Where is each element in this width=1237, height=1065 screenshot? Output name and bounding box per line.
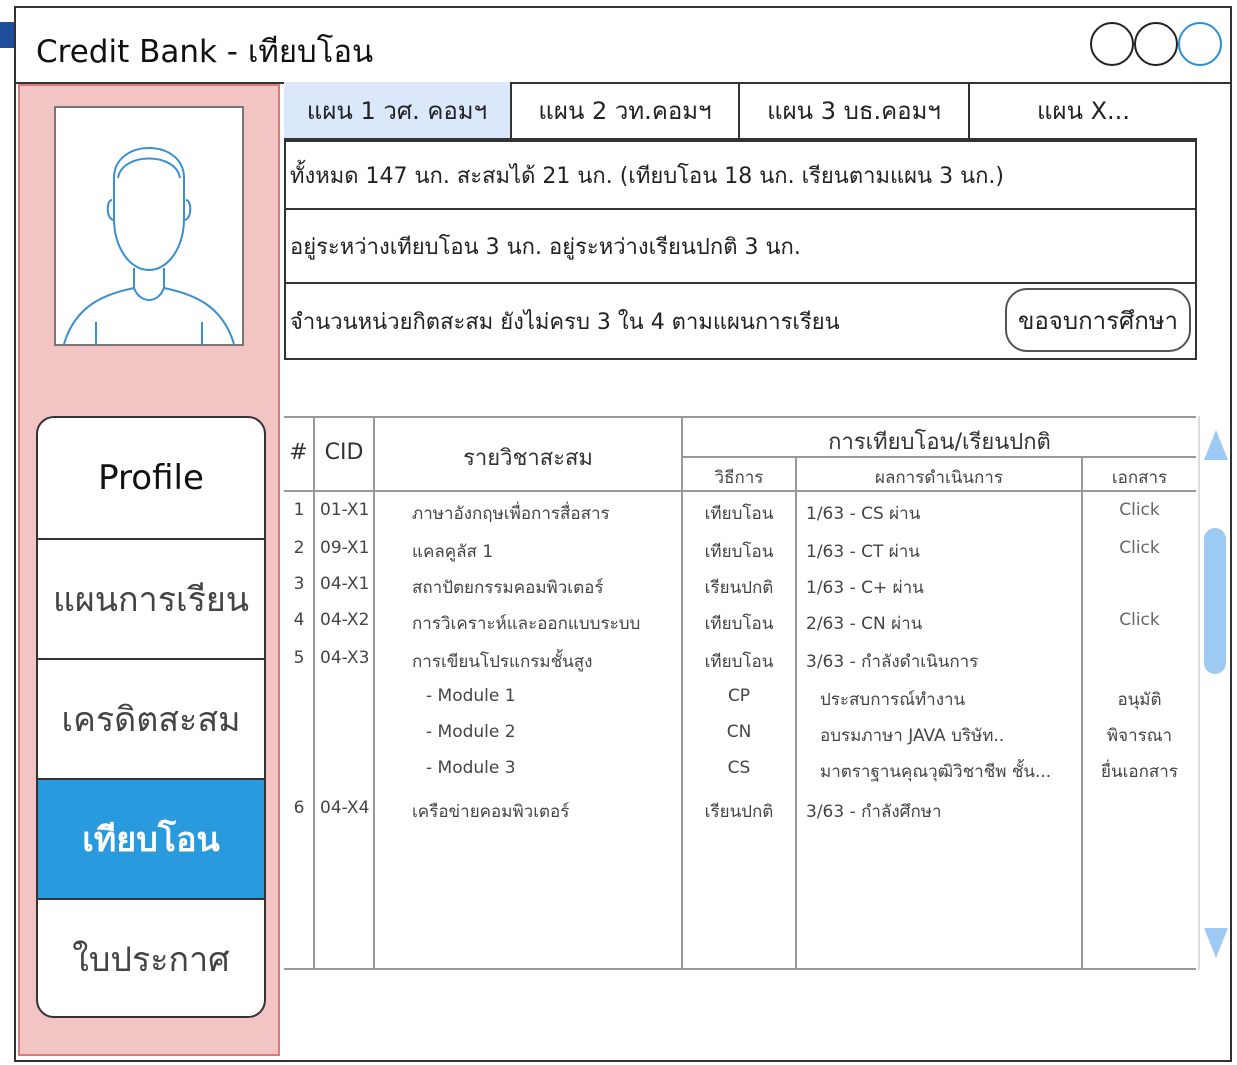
- sidebar-item-certificate[interactable]: ใบประกาศ: [38, 898, 264, 1016]
- header-transfer-group: การเทียบโอน/เรียนปกติ: [828, 430, 1051, 455]
- window-title: Credit Bank - เทียบโอน: [36, 34, 374, 70]
- tab-label: แผน X...: [1037, 96, 1130, 125]
- cell-subject: แคลคูลัส 1: [412, 542, 494, 562]
- cell-method: เทียบโอน: [704, 542, 774, 562]
- tab-label: แผน 2 วท.คอมฯ: [538, 96, 712, 125]
- summary-status: จำนวนหน่วยกิตสะสม ยังไม่ครบ 3 ใน 4 ตามแผ…: [284, 284, 1197, 360]
- cell-result: 3/63 - กำลังศึกษา: [806, 802, 942, 822]
- tab-label: แผน 1 วศ. คอมฯ: [306, 96, 488, 125]
- scroll-thumb[interactable]: [1204, 528, 1226, 674]
- request-graduation-label: ขอจบการศึกษา: [1017, 306, 1179, 335]
- sidebar-item-accumulated-credits[interactable]: เครดิตสะสม: [38, 658, 264, 778]
- arrow-down-icon[interactable]: [1204, 928, 1228, 958]
- cell-document: อนุมัติ: [1117, 690, 1162, 710]
- cell-result: 1/63 - CS ผ่าน: [806, 504, 921, 524]
- cell-no: 6: [293, 798, 305, 818]
- cell-subject: - Module 3: [426, 758, 516, 778]
- sidebar-item-label: ใบประกาศ: [72, 940, 230, 980]
- cell-method: เทียบโอน: [704, 504, 774, 524]
- cell-subject: เครือข่ายคอมพิวเตอร์: [412, 802, 570, 822]
- sidebar-item-label: เครดิตสะสม: [61, 700, 241, 740]
- cell-result: ประสบการณ์ทำงาน: [820, 690, 966, 710]
- table-scrollbar[interactable]: [1198, 416, 1228, 970]
- cell-method: เทียบโอน: [704, 652, 774, 672]
- cell-document: พิจารณา: [1106, 726, 1173, 746]
- window-button-3[interactable]: [1178, 22, 1222, 66]
- cell-method: เรียนปกติ: [704, 802, 774, 822]
- summary-total: ทั้งหมด 147 นก. สะสมได้ 21 นก. (เทียบโอน…: [284, 140, 1197, 210]
- cell-method: CN: [726, 722, 752, 742]
- summary-in-progress: อยู่ระหว่างเทียบโอน 3 นก. อยู่ระหว่างเรี…: [284, 210, 1197, 284]
- cell-result: อบรมภาษา JAVA บริษัท..: [820, 726, 1005, 746]
- cell-cid: 04-X2: [320, 610, 370, 630]
- tab-plan-x[interactable]: แผน X...: [970, 82, 1197, 138]
- document-click-link[interactable]: Click: [1083, 610, 1196, 630]
- cell-result: 1/63 - C+ ผ่าน: [806, 578, 924, 598]
- summary-total-text: ทั้งหมด 147 นก. สะสมได้ 21 นก. (เทียบโอน…: [290, 163, 1005, 189]
- user-avatar-outline-icon: [63, 147, 235, 344]
- sidebar-item-study-plan[interactable]: แผนการเรียน: [38, 538, 264, 658]
- cell-result: 2/63 - CN ผ่าน: [806, 614, 923, 634]
- window-button-2[interactable]: [1134, 22, 1178, 66]
- cell-subject: การวิเคราะห์และออกแบบระบบ: [412, 614, 641, 634]
- cell-result: 3/63 - กำลังดำเนินการ: [806, 652, 979, 672]
- document-click-link[interactable]: Click: [1083, 500, 1196, 520]
- tab-plan-2[interactable]: แผน 2 วท.คอมฯ: [512, 82, 740, 138]
- cell-method: CS: [727, 758, 751, 778]
- cell-method: เรียนปกติ: [704, 578, 774, 598]
- header-number: #: [289, 440, 308, 465]
- cell-no: 4: [293, 610, 305, 630]
- cell-result: 1/63 - CT ผ่าน: [806, 542, 920, 562]
- cell-no: 5: [293, 648, 305, 668]
- cell-subject: - Module 1: [426, 686, 516, 706]
- sidebar-item-label: แผนการเรียน: [52, 580, 250, 620]
- cell-subject: สถาปัตยกรรมคอมพิวเตอร์: [412, 578, 604, 598]
- cell-no: 2: [293, 538, 305, 558]
- cell-method: เทียบโอน: [704, 614, 774, 634]
- cell-cid: 09-X1: [320, 538, 370, 558]
- sidebar-item-label: เทียบโอน: [82, 820, 220, 860]
- sidebar-item-credit-transfer[interactable]: เทียบโอน: [38, 778, 264, 898]
- cell-document: ยื่นเอกสาร: [1101, 762, 1178, 782]
- request-graduation-button[interactable]: ขอจบการศึกษา: [1005, 288, 1191, 352]
- cell-subject: ภาษาอังกฤษเพื่อการสื่อสาร: [412, 504, 610, 524]
- avatar: [54, 106, 244, 346]
- header-method: วิธีการ: [714, 468, 764, 488]
- sidebar-item-label: Profile: [98, 458, 204, 498]
- cell-result: มาตราฐานคุณวุฒิวิชาชีพ ชั้น...: [820, 762, 1052, 782]
- credit-transfer-table: # CID รายวิชาสะสม การเทียบโอน/เรียนปกติ …: [284, 416, 1196, 970]
- cell-no: 1: [293, 500, 305, 520]
- arrow-up-icon[interactable]: [1204, 430, 1228, 460]
- summary-in-progress-text: อยู่ระหว่างเทียบโอน 3 นก. อยู่ระหว่างเรี…: [290, 234, 801, 260]
- title-bar: Credit Bank - เทียบโอน: [16, 8, 1230, 84]
- sidebar-item-profile[interactable]: Profile: [38, 418, 264, 538]
- header-subject: รายวิชาสะสม: [463, 446, 593, 471]
- plan-tabs: แผน 1 วศ. คอมฯ แผน 2 วท.คอมฯ แผน 3 บธ.คอ…: [284, 82, 1197, 140]
- window-button-1[interactable]: [1090, 22, 1134, 66]
- sidebar-nav: Profile แผนการเรียน เครดิตสะสม เทียบโอน …: [36, 416, 266, 1018]
- tab-label: แผน 3 บธ.คอมฯ: [767, 96, 941, 125]
- cell-subject: การเขียนโปรแกรมชั้นสูง: [412, 652, 593, 672]
- cell-cid: 04-X1: [320, 574, 370, 594]
- summary-status-text: จำนวนหน่วยกิตสะสม ยังไม่ครบ 3 ใน 4 ตามแผ…: [290, 309, 840, 335]
- cell-cid: 04-X3: [320, 648, 370, 668]
- document-click-link[interactable]: Click: [1083, 538, 1196, 558]
- cell-no: 3: [293, 574, 305, 594]
- tab-plan-1[interactable]: แผน 1 วศ. คอมฯ: [284, 82, 512, 138]
- header-document: เอกสาร: [1111, 468, 1168, 488]
- cell-cid: 01-X1: [320, 500, 370, 520]
- cell-cid: 04-X4: [320, 798, 370, 818]
- header-result: ผลการดำเนินการ: [875, 468, 1003, 488]
- sidebar: Profile แผนการเรียน เครดิตสะสม เทียบโอน …: [18, 84, 280, 1056]
- cell-method: CP: [727, 686, 751, 706]
- header-cid: CID: [324, 440, 364, 465]
- tab-plan-3[interactable]: แผน 3 บธ.คอมฯ: [740, 82, 970, 138]
- cell-subject: - Module 2: [426, 722, 516, 742]
- corner-marker: [0, 22, 14, 48]
